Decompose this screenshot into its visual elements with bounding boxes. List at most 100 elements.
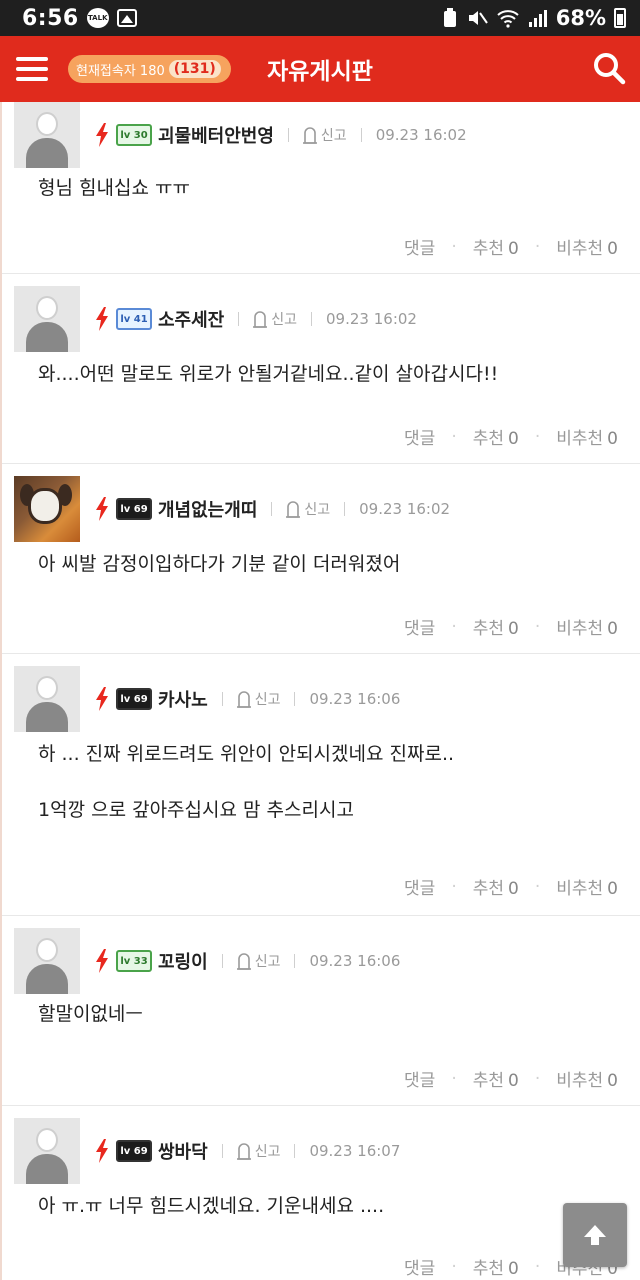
separator — [344, 502, 346, 516]
comment-author[interactable]: 꼬링이 — [158, 948, 208, 974]
online-users-badge[interactable]: 현재접속자 180 (131) — [68, 55, 231, 83]
comment-meta: lv 69 개념없는개띠 신고 09.23 16:02 — [94, 496, 450, 522]
downvote-label: 비추천 — [556, 879, 604, 899]
report-icon — [236, 1143, 251, 1160]
downvote-count: 0 — [607, 879, 618, 899]
separator: · — [534, 876, 541, 897]
report-button[interactable]: 신고 — [236, 1141, 280, 1161]
report-button[interactable]: 신고 — [236, 951, 281, 971]
downvote-button[interactable]: 비추천 0 — [556, 424, 618, 449]
comment-timestamp: 09.23 16:02 — [326, 310, 417, 328]
downvote-label: 비추천 — [556, 1071, 604, 1091]
upvote-button[interactable]: 추천 0 — [473, 614, 519, 639]
comment-author[interactable]: 개념없는개띠 — [158, 496, 257, 522]
upvote-button[interactable]: 추천 0 — [473, 424, 519, 449]
upvote-label: 추천 — [472, 239, 505, 259]
comment-timestamp: 09.23 16:06 — [309, 952, 401, 970]
avatar[interactable] — [14, 928, 80, 994]
separator: · — [534, 426, 541, 447]
report-button[interactable]: 신고 — [302, 125, 347, 145]
report-icon — [236, 691, 251, 708]
comment-header: lv 69 개념없는개띠 신고 09.23 16:02 — [2, 476, 450, 542]
upvote-count: 0 — [508, 879, 519, 899]
upvote-button[interactable]: 추천 0 — [473, 874, 519, 899]
avatar[interactable] — [14, 286, 80, 352]
report-label: 신고 — [254, 954, 281, 970]
avatar[interactable] — [14, 666, 80, 732]
comment-timestamp: 09.23 16:07 — [309, 1142, 401, 1160]
separator: · — [451, 1068, 457, 1089]
comment-meta: lv 30 괴물베터안번영 신고 09.23 16:02 — [94, 122, 467, 148]
separator: · — [534, 616, 541, 637]
comment-text: 하 ... 진짜 위로드려도 위안이 안되시겠네요 진짜로.. 1억깡 으로 갚… — [38, 743, 455, 821]
level-badge-icon: lv 33 — [116, 950, 152, 972]
upvote-count: 0 — [508, 1071, 519, 1091]
upvote-button[interactable]: 추천 0 — [473, 1066, 519, 1091]
downvote-label: 비추천 — [556, 619, 604, 639]
report-button[interactable]: 신고 — [253, 309, 297, 329]
battery-icon — [614, 8, 626, 28]
comment-meta: lv 69 쌍바닥 신고 09.23 16:07 — [94, 1138, 400, 1164]
separator — [294, 692, 296, 706]
upvote-label: 추천 — [472, 879, 505, 899]
comment-text: 할말이없네ㅡ — [38, 1003, 143, 1025]
downvote-button[interactable]: 비추천 0 — [556, 874, 618, 899]
downvote-button[interactable]: 비추천 0 — [556, 234, 618, 259]
avatar[interactable] — [14, 476, 80, 542]
upvote-count: 0 — [508, 429, 519, 449]
avatar[interactable] — [14, 1118, 80, 1184]
wifi-icon — [497, 10, 519, 28]
comment-actions: 댓글 · 추천 0 · 비추천 0 — [404, 614, 640, 640]
separator — [221, 1144, 223, 1158]
downvote-label: 비추천 — [556, 239, 604, 259]
bolt-icon — [96, 307, 108, 331]
status-time: 6:56 — [22, 5, 79, 31]
upvote-button[interactable]: 추천 0 — [473, 234, 519, 259]
online-users-count: (131) — [168, 60, 221, 78]
scroll-top-button[interactable] — [563, 1203, 627, 1267]
reply-button[interactable]: 댓글 — [404, 1254, 435, 1279]
downvote-count: 0 — [607, 429, 618, 449]
reply-button[interactable]: 댓글 — [404, 234, 435, 259]
reply-button[interactable]: 댓글 — [404, 424, 435, 449]
status-bar: 6:56 TALK 68% — [0, 0, 640, 36]
separator — [287, 128, 289, 142]
comment-item: lv 30 괴물베터안번영 신고 09.23 16:02 형님 힘내십쇼 ㅠㅠ 댓글 · 추천… — [2, 102, 640, 274]
report-button[interactable]: 신고 — [236, 689, 280, 709]
search-icon[interactable] — [592, 51, 626, 85]
separator — [294, 1144, 296, 1158]
comment-actions: 댓글 · 추천 0 · 비추천 0 — [404, 874, 640, 900]
reply-button[interactable]: 댓글 — [404, 614, 435, 639]
downvote-button[interactable]: 비추천 0 — [556, 614, 618, 639]
level-badge-icon: lv 69 — [116, 498, 152, 520]
comment-author[interactable]: 카사노 — [158, 686, 208, 712]
separator: · — [534, 236, 541, 257]
comment-actions: 댓글 · 추천 0 · 비추천 0 — [404, 1066, 640, 1092]
comment-timestamp: 09.23 16:02 — [359, 500, 451, 518]
avatar[interactable] — [14, 102, 80, 168]
menu-icon[interactable] — [16, 57, 48, 81]
reply-button[interactable]: 댓글 — [404, 1066, 435, 1091]
separator: · — [534, 1256, 541, 1277]
upvote-label: 추천 — [472, 1071, 505, 1091]
separator: · — [534, 1068, 541, 1089]
report-button[interactable]: 신고 — [286, 499, 330, 519]
level-badge-icon: lv 69 — [116, 688, 152, 710]
upvote-count: 0 — [508, 1259, 519, 1279]
separator — [221, 692, 223, 706]
downvote-button[interactable]: 비추천 0 — [556, 1066, 618, 1091]
comment-author[interactable]: 쌍바닥 — [158, 1138, 208, 1164]
reply-button[interactable]: 댓글 — [404, 874, 435, 899]
upvote-button[interactable]: 추천 0 — [473, 1254, 519, 1279]
comment-author[interactable]: 소주세잔 — [158, 306, 224, 332]
comment-header: lv 33 꼬링이 신고 09.23 16:06 — [2, 928, 400, 994]
report-label: 신고 — [271, 312, 298, 328]
comment-meta: lv 41 소주세잔 신고 09.23 16:02 — [94, 306, 417, 332]
upvote-count: 0 — [508, 619, 519, 639]
report-icon — [302, 127, 317, 144]
comment-item: lv 69 개념없는개띠 신고 09.23 16:02 아 씨발 감정이입하다가 기분 … — [2, 464, 640, 654]
comment-text: 와....어떤 말로도 위로가 안될거같네요..같이 살아갑시다!! — [38, 363, 499, 385]
comment-author[interactable]: 괴물베터안번영 — [158, 122, 274, 148]
report-icon — [236, 953, 251, 970]
report-label: 신고 — [320, 128, 347, 144]
